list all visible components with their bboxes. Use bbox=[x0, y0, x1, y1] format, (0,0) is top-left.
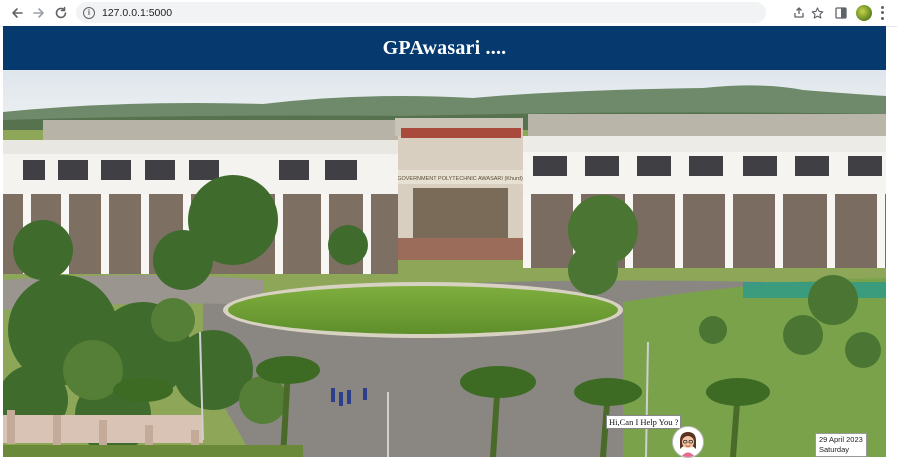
reload-icon[interactable] bbox=[52, 4, 70, 22]
url-text[interactable]: 127.0.0.1:5000 bbox=[102, 7, 172, 19]
forward-arrow-icon[interactable] bbox=[30, 4, 48, 22]
back-arrow-icon[interactable] bbox=[8, 4, 26, 22]
profile-avatar[interactable] bbox=[856, 5, 872, 21]
star-icon[interactable] bbox=[808, 4, 826, 22]
date-widget: 29 April 2023 Saturday bbox=[815, 433, 867, 457]
site-header: GPAwasari .... bbox=[3, 26, 886, 70]
site-title: GPAwasari .... bbox=[382, 36, 507, 59]
address-bar[interactable]: i 127.0.0.1:5000 bbox=[76, 2, 766, 23]
share-icon[interactable] bbox=[790, 4, 808, 22]
browser-toolbar: i 127.0.0.1:5000 bbox=[0, 0, 897, 27]
building-sign: GOVERNMENT POLYTECHNIC AWASARI (Khurd) bbox=[397, 176, 523, 182]
site-info-icon[interactable]: i bbox=[83, 6, 95, 19]
campus-hero-image: GOVERNMENT POLYTECHNIC AWASARI (Khurd) bbox=[3, 70, 886, 457]
chat-prompt-bubble[interactable]: Hi,Can I Help You ? bbox=[606, 415, 682, 429]
date-text: 29 April 2023 bbox=[819, 435, 863, 444]
day-text: Saturday bbox=[819, 445, 850, 454]
kebab-menu-icon[interactable] bbox=[880, 5, 884, 21]
side-panel-icon[interactable] bbox=[832, 4, 850, 22]
chatbot-avatar-icon[interactable] bbox=[672, 426, 704, 458]
